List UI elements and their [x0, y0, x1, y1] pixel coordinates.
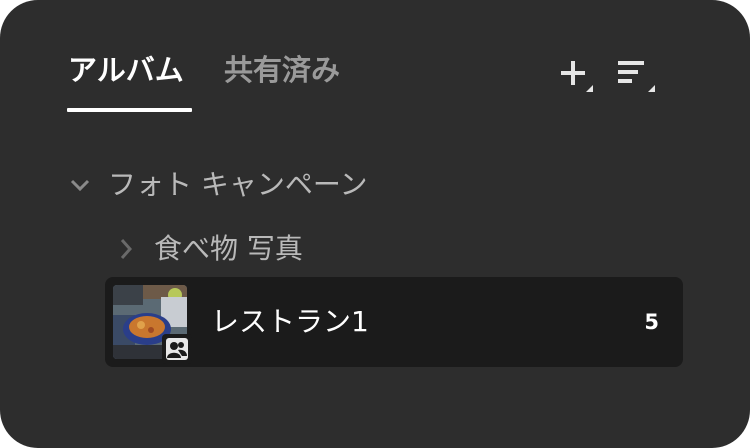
shared-people-icon	[166, 338, 188, 360]
chevron-down-icon	[70, 179, 90, 192]
shared-album-badge	[162, 334, 192, 364]
add-album-button[interactable]	[554, 54, 598, 98]
sort-lines-icon	[618, 61, 655, 92]
albums-panel: アルバム 共有済み フォト キャンペーン 食べ物 写真 レストラン1 5	[0, 0, 750, 448]
folder-label: フォト キャンペーン	[108, 168, 368, 201]
tab-shared[interactable]: 共有済み	[224, 50, 340, 90]
album-photo-count: 5	[644, 310, 659, 334]
album-row-restaurant[interactable]: レストラン1 5	[105, 277, 683, 367]
subfolder-label: 食べ物 写真	[154, 232, 303, 265]
chevron-right-icon	[120, 239, 133, 259]
active-tab-indicator	[67, 108, 192, 112]
plus-icon	[561, 61, 593, 92]
tab-albums[interactable]: アルバム	[68, 50, 184, 90]
sort-button[interactable]	[613, 54, 657, 98]
album-name: レストラン1	[211, 305, 369, 338]
